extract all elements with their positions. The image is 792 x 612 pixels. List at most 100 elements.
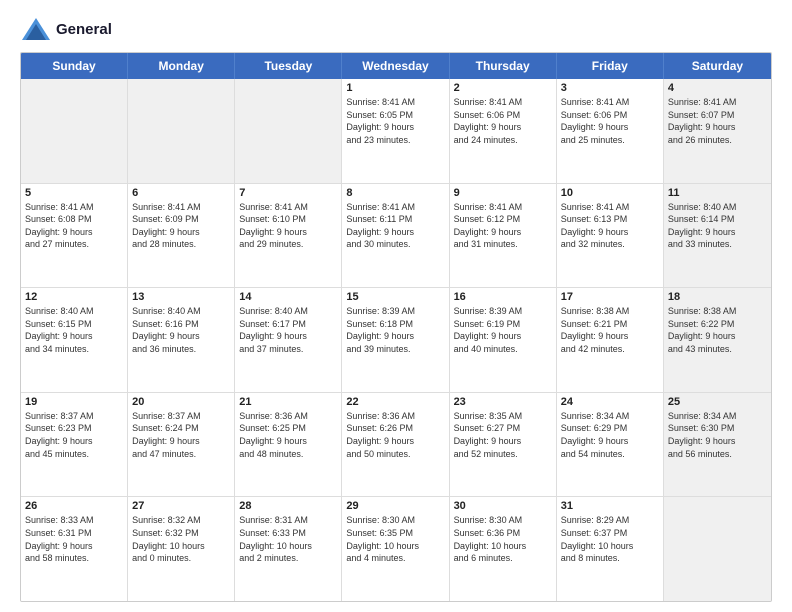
day-cell-13: 13 Sunrise: 8:40 AM Sunset: 6:16 PM Dayli… [128, 288, 235, 392]
week-row-2: 12 Sunrise: 8:40 AM Sunset: 6:15 PM Dayli… [21, 288, 771, 393]
day-number: 19 [25, 396, 123, 408]
calendar-body: 1 Sunrise: 8:41 AM Sunset: 6:05 PM Daylig… [21, 79, 771, 601]
day-number: 5 [25, 187, 123, 199]
day-number: 1 [346, 82, 444, 94]
header-day-friday: Friday [557, 53, 664, 79]
day-info: Sunrise: 8:40 AM Sunset: 6:17 PM Dayligh… [239, 305, 337, 355]
empty-cell [664, 497, 771, 601]
day-number: 12 [25, 291, 123, 303]
day-cell-3: 3 Sunrise: 8:41 AM Sunset: 6:06 PM Daylig… [557, 79, 664, 183]
day-info: Sunrise: 8:36 AM Sunset: 6:26 PM Dayligh… [346, 410, 444, 460]
day-cell-31: 31 Sunrise: 8:29 AM Sunset: 6:37 PM Dayli… [557, 497, 664, 601]
day-cell-6: 6 Sunrise: 8:41 AM Sunset: 6:09 PM Daylig… [128, 184, 235, 288]
day-info: Sunrise: 8:40 AM Sunset: 6:16 PM Dayligh… [132, 305, 230, 355]
day-cell-26: 26 Sunrise: 8:33 AM Sunset: 6:31 PM Dayli… [21, 497, 128, 601]
day-cell-24: 24Sunrise: 8:34 AM Sunset: 6:29 PM Dayli… [557, 393, 664, 497]
day-number: 3 [561, 82, 659, 94]
day-number: 29 [346, 500, 444, 512]
day-number: 21 [239, 396, 337, 408]
day-cell-28: 28Sunrise: 8:31 AM Sunset: 6:33 PM Dayli… [235, 497, 342, 601]
day-number: 16 [454, 291, 552, 303]
day-number: 27 [132, 500, 230, 512]
day-info: Sunrise: 8:33 AM Sunset: 6:31 PM Dayligh… [25, 514, 123, 564]
week-row-4: 26 Sunrise: 8:33 AM Sunset: 6:31 PM Dayli… [21, 497, 771, 601]
day-cell-15: 15Sunrise: 8:39 AM Sunset: 6:18 PM Dayli… [342, 288, 449, 392]
day-number: 8 [346, 187, 444, 199]
week-row-0: 1 Sunrise: 8:41 AM Sunset: 6:05 PM Daylig… [21, 79, 771, 184]
header-day-sunday: Sunday [21, 53, 128, 79]
day-info: Sunrise: 8:41 AM Sunset: 6:07 PM Dayligh… [668, 96, 767, 146]
header-day-wednesday: Wednesday [342, 53, 449, 79]
day-cell-22: 22 Sunrise: 8:36 AM Sunset: 6:26 PM Dayli… [342, 393, 449, 497]
day-info: Sunrise: 8:34 AM Sunset: 6:29 PM Dayligh… [561, 410, 659, 460]
day-cell-14: 14Sunrise: 8:40 AM Sunset: 6:17 PM Dayli… [235, 288, 342, 392]
day-cell-23: 23 Sunrise: 8:35 AM Sunset: 6:27 PM Dayli… [450, 393, 557, 497]
day-number: 11 [668, 187, 767, 199]
day-cell-2: 2 Sunrise: 8:41 AM Sunset: 6:06 PM Daylig… [450, 79, 557, 183]
day-info: Sunrise: 8:38 AM Sunset: 6:22 PM Dayligh… [668, 305, 767, 355]
day-cell-4: 4 Sunrise: 8:41 AM Sunset: 6:07 PM Daylig… [664, 79, 771, 183]
day-info: Sunrise: 8:41 AM Sunset: 6:06 PM Dayligh… [454, 96, 552, 146]
day-number: 25 [668, 396, 767, 408]
logo: General [20, 16, 112, 44]
day-info: Sunrise: 8:32 AM Sunset: 6:32 PM Dayligh… [132, 514, 230, 564]
calendar-header: SundayMondayTuesdayWednesdayThursdayFrid… [21, 53, 771, 79]
day-info: Sunrise: 8:39 AM Sunset: 6:18 PM Dayligh… [346, 305, 444, 355]
day-cell-17: 17Sunrise: 8:38 AM Sunset: 6:21 PM Dayli… [557, 288, 664, 392]
day-cell-9: 9 Sunrise: 8:41 AM Sunset: 6:12 PM Daylig… [450, 184, 557, 288]
empty-cell [21, 79, 128, 183]
empty-cell [128, 79, 235, 183]
header-day-monday: Monday [128, 53, 235, 79]
day-number: 20 [132, 396, 230, 408]
day-cell-18: 18Sunrise: 8:38 AM Sunset: 6:22 PM Dayli… [664, 288, 771, 392]
day-info: Sunrise: 8:36 AM Sunset: 6:25 PM Dayligh… [239, 410, 337, 460]
day-info: Sunrise: 8:39 AM Sunset: 6:19 PM Dayligh… [454, 305, 552, 355]
day-cell-1: 1 Sunrise: 8:41 AM Sunset: 6:05 PM Daylig… [342, 79, 449, 183]
day-info: Sunrise: 8:41 AM Sunset: 6:05 PM Dayligh… [346, 96, 444, 146]
page: General SundayMondayTuesdayWednesdayThur… [0, 0, 792, 612]
empty-cell [235, 79, 342, 183]
day-cell-8: 8 Sunrise: 8:41 AM Sunset: 6:11 PM Daylig… [342, 184, 449, 288]
day-info: Sunrise: 8:37 AM Sunset: 6:24 PM Dayligh… [132, 410, 230, 460]
day-info: Sunrise: 8:41 AM Sunset: 6:10 PM Dayligh… [239, 201, 337, 251]
day-info: Sunrise: 8:41 AM Sunset: 6:11 PM Dayligh… [346, 201, 444, 251]
day-number: 7 [239, 187, 337, 199]
day-number: 30 [454, 500, 552, 512]
day-number: 13 [132, 291, 230, 303]
day-cell-5: 5 Sunrise: 8:41 AM Sunset: 6:08 PM Daylig… [21, 184, 128, 288]
day-info: Sunrise: 8:41 AM Sunset: 6:12 PM Dayligh… [454, 201, 552, 251]
day-cell-21: 21 Sunrise: 8:36 AM Sunset: 6:25 PM Dayli… [235, 393, 342, 497]
day-info: Sunrise: 8:40 AM Sunset: 6:15 PM Dayligh… [25, 305, 123, 355]
day-info: Sunrise: 8:30 AM Sunset: 6:35 PM Dayligh… [346, 514, 444, 564]
day-number: 22 [346, 396, 444, 408]
logo-icon [20, 16, 52, 44]
day-cell-7: 7 Sunrise: 8:41 AM Sunset: 6:10 PM Daylig… [235, 184, 342, 288]
day-info: Sunrise: 8:35 AM Sunset: 6:27 PM Dayligh… [454, 410, 552, 460]
calendar: SundayMondayTuesdayWednesdayThursdayFrid… [20, 52, 772, 602]
day-cell-11: 11 Sunrise: 8:40 AM Sunset: 6:14 PM Dayli… [664, 184, 771, 288]
day-info: Sunrise: 8:30 AM Sunset: 6:36 PM Dayligh… [454, 514, 552, 564]
day-info: Sunrise: 8:40 AM Sunset: 6:14 PM Dayligh… [668, 201, 767, 251]
day-info: Sunrise: 8:41 AM Sunset: 6:09 PM Dayligh… [132, 201, 230, 251]
day-info: Sunrise: 8:41 AM Sunset: 6:06 PM Dayligh… [561, 96, 659, 146]
day-info: Sunrise: 8:34 AM Sunset: 6:30 PM Dayligh… [668, 410, 767, 460]
day-info: Sunrise: 8:41 AM Sunset: 6:13 PM Dayligh… [561, 201, 659, 251]
day-number: 31 [561, 500, 659, 512]
header-day-saturday: Saturday [664, 53, 771, 79]
day-info: Sunrise: 8:29 AM Sunset: 6:37 PM Dayligh… [561, 514, 659, 564]
day-number: 26 [25, 500, 123, 512]
day-number: 2 [454, 82, 552, 94]
day-number: 6 [132, 187, 230, 199]
day-cell-30: 30 Sunrise: 8:30 AM Sunset: 6:36 PM Dayli… [450, 497, 557, 601]
day-number: 28 [239, 500, 337, 512]
day-cell-29: 29 Sunrise: 8:30 AM Sunset: 6:35 PM Dayli… [342, 497, 449, 601]
day-number: 23 [454, 396, 552, 408]
day-info: Sunrise: 8:41 AM Sunset: 6:08 PM Dayligh… [25, 201, 123, 251]
day-cell-19: 19 Sunrise: 8:37 AM Sunset: 6:23 PM Dayli… [21, 393, 128, 497]
week-row-3: 19 Sunrise: 8:37 AM Sunset: 6:23 PM Dayli… [21, 393, 771, 498]
day-number: 17 [561, 291, 659, 303]
day-info: Sunrise: 8:37 AM Sunset: 6:23 PM Dayligh… [25, 410, 123, 460]
day-number: 9 [454, 187, 552, 199]
day-cell-25: 25 Sunrise: 8:34 AM Sunset: 6:30 PM Dayli… [664, 393, 771, 497]
day-number: 4 [668, 82, 767, 94]
